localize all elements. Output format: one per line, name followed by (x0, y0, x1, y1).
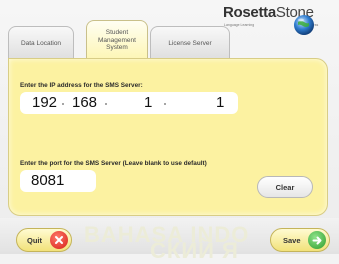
ip-octet-4[interactable]: 1 (216, 92, 224, 114)
port-label: Enter the port for the SMS Server (Leave… (20, 160, 207, 167)
globe-icon (294, 15, 314, 35)
settings-window: Data Location Student Management System … (0, 0, 339, 263)
save-label: Save (283, 235, 301, 245)
footer-background-text: СКИЙ Я (150, 238, 239, 263)
ip-address-input[interactable]: 192 168 1 1 (20, 92, 238, 114)
ip-separator (62, 103, 64, 105)
port-value: 8081 (31, 172, 65, 189)
rosetta-stone-logo: RosettaStone Language Learning Success (223, 2, 333, 42)
clear-button[interactable]: Clear (257, 176, 313, 198)
tab-data-location[interactable]: Data Location (8, 26, 74, 60)
tab-label: License Server (168, 39, 212, 47)
arrow-right-icon (308, 231, 326, 249)
quit-button[interactable]: Quit (16, 228, 72, 252)
tab-label: Student Management System (98, 28, 136, 52)
ip-octet-3[interactable]: 1 (144, 92, 152, 114)
logo-tagline-left: Language Learning (224, 23, 255, 27)
ip-separator (164, 103, 166, 105)
tab-license-server[interactable]: License Server (150, 26, 230, 60)
tab-student-management-system[interactable]: Student Management System (86, 20, 148, 60)
quit-label: Quit (27, 235, 42, 245)
ip-address-label: Enter the IP address for the SMS Server: (20, 82, 143, 89)
ip-octet-2[interactable]: 168 (72, 92, 97, 114)
save-button[interactable]: Save (270, 228, 330, 252)
tab-label: Data Location (20, 39, 62, 47)
ip-octet-1[interactable]: 192 (32, 92, 57, 114)
close-icon (50, 231, 68, 249)
ip-separator (105, 103, 107, 105)
port-input[interactable]: 8081 (20, 170, 96, 192)
